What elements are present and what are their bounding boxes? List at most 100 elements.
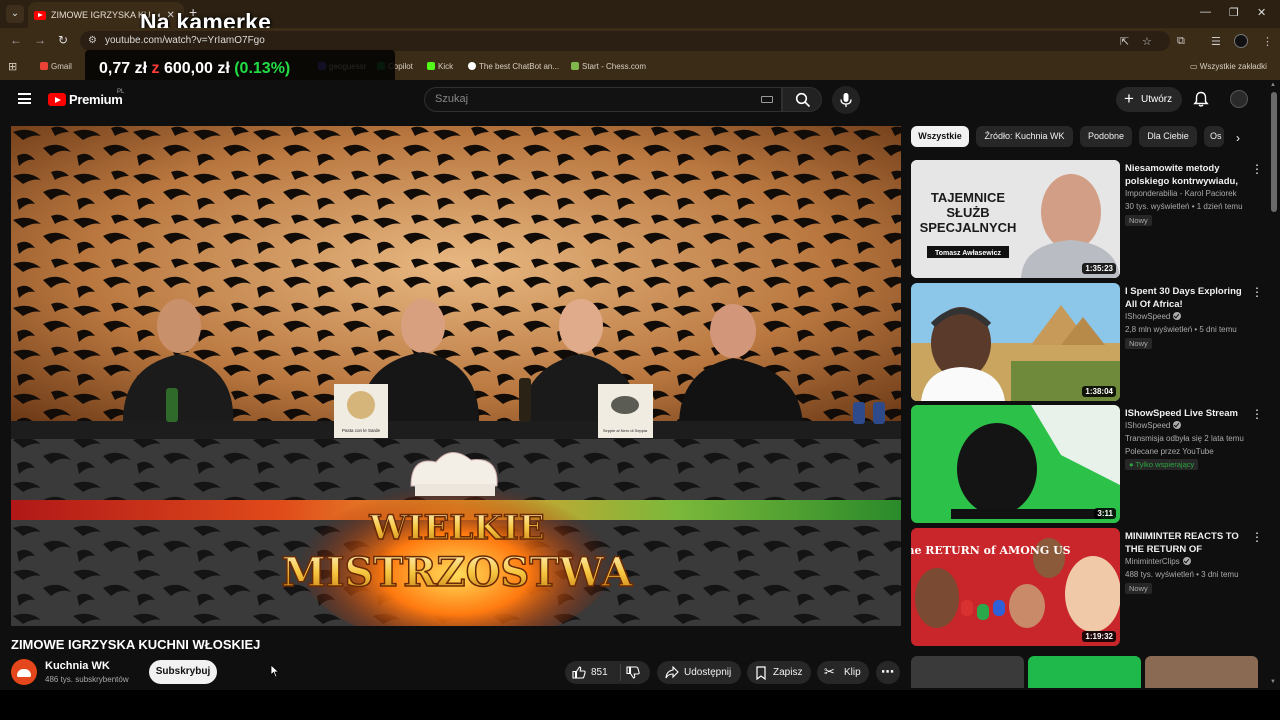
rec-meta: 2,8 mln wyświetleń • 5 dni temu [1125, 325, 1237, 334]
reload-icon[interactable]: ↻ [58, 33, 68, 47]
channel-name[interactable]: Kuchnia WK [45, 660, 110, 672]
rec-channel[interactable]: IShowSpeed [1125, 421, 1182, 430]
scissors-icon: ✂ [824, 664, 835, 679]
bookmark-chatbot[interactable]: The best ChatBot an... [468, 62, 559, 71]
thumbnail-art [911, 405, 1120, 523]
chatbot-icon [468, 62, 476, 70]
thumbs-up-icon[interactable] [572, 666, 586, 679]
bookmark-kick[interactable]: Kick [427, 62, 453, 71]
voice-search-button[interactable] [832, 86, 860, 114]
clip-button[interactable]: ✂ Klip [817, 661, 869, 684]
youtube-logo-icon[interactable] [48, 93, 66, 106]
rec-channel[interactable]: MiniminterClips [1125, 557, 1191, 566]
like-dislike-group: 851 [565, 661, 650, 684]
reading-list-icon[interactable]: ☰ [1211, 35, 1221, 48]
search-icon [795, 92, 811, 108]
rec-title[interactable]: I Spent 30 Days Exploring All Of Africa! [1125, 285, 1247, 311]
notifications-bell-icon[interactable] [1193, 91, 1209, 108]
bookmark-chess[interactable]: Start - Chess.com [571, 62, 646, 71]
duration-badge: 1:19:32 [1082, 631, 1116, 642]
keyboard-icon[interactable] [761, 96, 773, 103]
subscriber-count: 486 tys. subskrybentów [45, 675, 129, 684]
search-input[interactable] [435, 93, 735, 105]
recommendation-item[interactable]: the RETURN of AMONG US 1:19:32 MINIMINTE… [911, 528, 1263, 646]
thumb-text: the RETURN of AMONG US [911, 544, 1071, 557]
like-divider [620, 664, 621, 681]
video-thumbnail[interactable]: TAJEMNICE SŁUŻB SPECJALNYCH Tomasz Awłas… [911, 160, 1120, 278]
chip-all[interactable]: Wszystkie [911, 126, 969, 147]
youtube-premium-logo[interactable]: Premium [69, 92, 123, 107]
channel-avatar[interactable] [11, 659, 37, 685]
profile-avatar[interactable] [1234, 34, 1248, 48]
rec-channel[interactable]: IShowSpeed [1125, 312, 1182, 321]
thumbnail-art: the RETURN of AMONG US [911, 528, 1120, 646]
save-button[interactable]: Zapisz [747, 661, 811, 684]
search-button[interactable] [782, 87, 822, 112]
more-actions-button[interactable]: ⋯ [876, 661, 900, 684]
account-avatar[interactable] [1230, 90, 1248, 108]
back-icon[interactable]: ← [10, 33, 22, 47]
bookmark-star-icon[interactable]: ☆ [1142, 35, 1152, 48]
video-title: ZIMOWE IGRZYSKA KUCHNI WŁOSKIEJ [11, 637, 261, 652]
thumb-title-line3: SPECJALNYCH [920, 220, 1017, 235]
all-bookmarks-folder[interactable]: ▭ Wszystkie zakładki [1190, 62, 1267, 71]
youtube-header: Premium PL + Utwórz [0, 80, 1268, 120]
forward-icon[interactable]: → [34, 33, 46, 47]
more-vertical-icon[interactable]: ⋮ [1251, 162, 1263, 176]
site-info-icon[interactable]: ⚙ [88, 35, 97, 46]
verified-check-icon [1173, 421, 1182, 429]
more-vertical-icon[interactable]: ⋮ [1251, 407, 1263, 421]
share-button[interactable]: Udostępnij [657, 661, 741, 684]
more-horizontal-icon: ⋯ [881, 664, 894, 679]
url-bar[interactable]: ⚙ youtube.com/watch?v=YrIamO7Fgo ⇱ ☆ [80, 31, 1170, 51]
video-thumbnail[interactable]: 1:38:04 [911, 283, 1120, 401]
video-player[interactable]: Pasta con le Sarde Seppie al Nero di Sep… [11, 126, 901, 626]
thumb-title-line2: SŁUŻB [946, 205, 989, 220]
rec-channel[interactable]: Imponderabilia - Karol Paciorek [1125, 189, 1237, 198]
restore-icon[interactable]: ❐ [1229, 6, 1239, 19]
hamburger-menu-icon[interactable] [18, 93, 31, 104]
chip-truncated[interactable]: Os [1204, 126, 1224, 147]
chevron-right-icon[interactable]: › [1236, 131, 1240, 145]
rec-title[interactable]: IShowSpeed Live Stream [1125, 407, 1247, 420]
url-text[interactable]: youtube.com/watch?v=YrIamO7Fgo [105, 35, 265, 46]
bookmark-gmail[interactable]: Gmail [40, 62, 72, 71]
tab-search-menu-button[interactable]: ⌄ [6, 5, 24, 23]
chip-similar[interactable]: Podobne [1080, 126, 1132, 147]
new-badge: Nowy [1125, 583, 1152, 594]
video-thumbnail[interactable]: the RETURN of AMONG US 1:19:32 [911, 528, 1120, 646]
shelf-thumbnail[interactable] [911, 656, 1024, 688]
rec-title[interactable]: Niesamowite metody polskiego kontrwywiad… [1125, 162, 1247, 188]
thumbs-down-icon[interactable] [626, 666, 640, 679]
scroll-down-arrow-icon[interactable]: ▼ [1270, 679, 1276, 685]
new-badge: Nowy [1125, 215, 1152, 226]
share-arrow-icon [665, 666, 679, 679]
more-vertical-icon[interactable]: ⋮ [1251, 285, 1263, 299]
chip-source[interactable]: Źródło: Kuchnia WK [976, 126, 1073, 147]
close-window-icon[interactable]: ✕ [1257, 6, 1266, 19]
duration-badge: 3:11 [1094, 508, 1116, 519]
shelf-thumbnail[interactable] [1028, 656, 1141, 688]
video-thumbnail[interactable]: 3:11 [911, 405, 1120, 523]
plus-icon: + [1124, 89, 1134, 108]
subscribe-button[interactable]: Subskrybuj [149, 660, 217, 684]
scroll-up-arrow-icon[interactable]: ▲ [1270, 82, 1276, 88]
recommendation-item[interactable]: 3:11 IShowSpeed Live Stream IShowSpeed T… [911, 405, 1263, 523]
create-button[interactable]: + Utwórz [1116, 87, 1182, 112]
recommendation-item[interactable]: 1:38:04 I Spent 30 Days Exploring All Of… [911, 283, 1263, 401]
recommendation-item[interactable]: TAJEMNICE SŁUŻB SPECJALNYCH Tomasz Awłas… [911, 160, 1263, 278]
extensions-icon[interactable]: ⧉ [1177, 35, 1185, 48]
chess-pawn-icon [571, 62, 579, 70]
minimize-icon[interactable]: — [1200, 6, 1211, 18]
shelf-thumbnail[interactable] [1145, 656, 1258, 688]
kebab-menu-icon[interactable]: ⋮ [1262, 35, 1273, 48]
more-vertical-icon[interactable]: ⋮ [1251, 530, 1263, 544]
chip-for-you[interactable]: Dla Ciebie [1139, 126, 1197, 147]
rec-title[interactable]: MINIMINTER REACTS TO THE RETURN OF SIDEM… [1125, 530, 1247, 556]
gmail-icon [40, 62, 48, 70]
microphone-icon [840, 93, 852, 107]
like-count[interactable]: 851 [591, 667, 608, 678]
scrollbar-thumb[interactable] [1271, 92, 1277, 212]
install-app-icon[interactable]: ⇱ [1120, 35, 1129, 48]
apps-grid-icon[interactable]: ⊞ [8, 60, 17, 73]
